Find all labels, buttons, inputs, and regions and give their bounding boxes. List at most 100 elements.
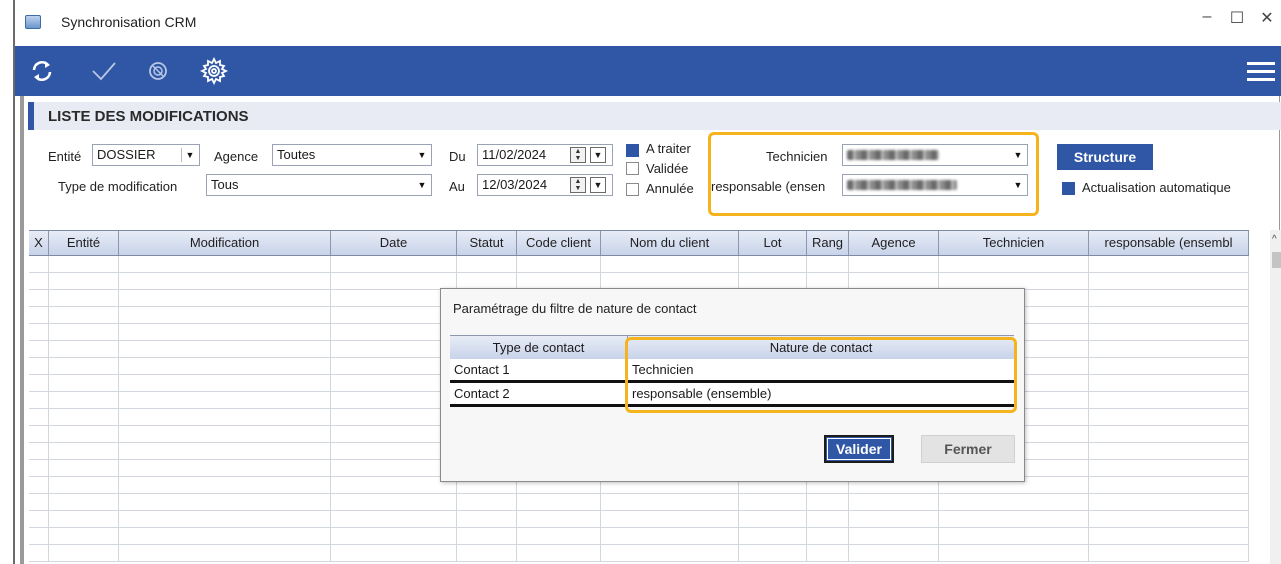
hamburger-menu-button[interactable]	[1245, 56, 1277, 86]
table-cell	[331, 511, 457, 528]
table-cell	[29, 409, 49, 426]
vertical-scrollbar[interactable]: ^	[1270, 230, 1281, 564]
minimize-button[interactable]: –	[1199, 8, 1215, 28]
table-cell	[939, 256, 1089, 273]
type-modif-select[interactable]: Tous ▼	[206, 174, 432, 196]
au-date-input[interactable]: 12/03/2024 ▲ ▼ ▼	[477, 174, 613, 196]
table-cell	[807, 511, 849, 528]
au-date-value: 12/03/2024	[482, 177, 548, 192]
entite-select[interactable]: DOSSIER ▼	[92, 144, 200, 166]
agence-select[interactable]: Toutes ▼	[272, 144, 432, 166]
grid-column-header[interactable]: Agence	[849, 231, 939, 255]
table-cell	[849, 511, 939, 528]
table-cell	[29, 494, 49, 511]
auto-refresh-label: Actualisation automatique	[1082, 180, 1231, 195]
table-cell	[1089, 290, 1249, 307]
table-cell	[119, 273, 331, 290]
entite-label: Entité	[48, 149, 82, 164]
table-cell	[49, 409, 119, 426]
table-cell	[939, 511, 1089, 528]
table-cell	[29, 443, 49, 460]
table-cell	[1089, 375, 1249, 392]
table-row[interactable]	[29, 511, 1249, 528]
au-label: Au	[449, 179, 465, 194]
a-traiter-checkbox[interactable]	[626, 144, 639, 157]
table-cell	[29, 511, 49, 528]
table-row[interactable]	[29, 494, 1249, 511]
auto-refresh-checkbox[interactable]	[1062, 182, 1075, 195]
table-cell	[49, 273, 119, 290]
grid-column-header[interactable]: X	[29, 231, 49, 255]
table-cell	[29, 392, 49, 409]
annulee-checkbox[interactable]	[626, 183, 639, 196]
grid-column-header[interactable]: Technicien	[939, 231, 1089, 255]
calendar-dropdown-icon[interactable]: ▼	[590, 147, 606, 163]
table-cell	[331, 392, 457, 409]
grid-column-header[interactable]: Nom du client	[601, 231, 739, 255]
window-title: Synchronisation CRM	[61, 14, 197, 30]
section-header: LISTE DES MODIFICATIONS	[28, 102, 1281, 130]
date-spin-icon[interactable]: ▲ ▼	[570, 177, 586, 193]
grid-column-header[interactable]: Date	[331, 231, 457, 255]
grid-column-header[interactable]: Rang	[807, 231, 849, 255]
settings-button[interactable]	[197, 54, 231, 88]
table-cell	[49, 494, 119, 511]
cancel-button[interactable]	[141, 54, 175, 88]
table-cell	[119, 460, 331, 477]
structure-button[interactable]: Structure	[1057, 144, 1153, 170]
redacted-technicien-value	[847, 150, 939, 160]
table-cell	[119, 528, 331, 545]
grid-column-header[interactable]: Code client	[517, 231, 601, 255]
grid-column-header[interactable]: Statut	[457, 231, 517, 255]
table-cell	[1089, 324, 1249, 341]
table-row[interactable]	[29, 256, 1249, 273]
fermer-button[interactable]: Fermer	[921, 435, 1015, 463]
calendar-dropdown-icon[interactable]: ▼	[590, 177, 606, 193]
table-cell	[739, 494, 807, 511]
table-cell	[29, 460, 49, 477]
section-title: LISTE DES MODIFICATIONS	[48, 108, 249, 125]
chevron-down-icon: ▼	[417, 150, 427, 160]
table-cell	[1089, 307, 1249, 324]
table-cell	[807, 545, 849, 562]
responsable-select[interactable]: ▼	[842, 174, 1028, 196]
table-cell	[1089, 460, 1249, 477]
scroll-up-icon[interactable]: ^	[1272, 234, 1277, 245]
table-cell	[331, 460, 457, 477]
chevron-down-icon: ▼	[185, 150, 195, 160]
close-button[interactable]: ✕	[1259, 8, 1275, 28]
grid-column-header[interactable]: Entité	[49, 231, 119, 255]
table-cell	[601, 494, 739, 511]
table-cell	[1089, 426, 1249, 443]
table-cell	[119, 324, 331, 341]
valider-button[interactable]: Valider	[824, 435, 894, 463]
table-cell	[939, 494, 1089, 511]
grid-column-header[interactable]: responsable (ensembl	[1089, 231, 1249, 255]
technicien-select[interactable]: ▼	[842, 144, 1028, 166]
table-cell	[601, 256, 739, 273]
table-cell	[739, 528, 807, 545]
grid-column-header[interactable]: Modification	[119, 231, 331, 255]
divider	[181, 148, 182, 162]
maximize-button[interactable]: ☐	[1229, 8, 1245, 28]
du-date-input[interactable]: 11/02/2024 ▲ ▼ ▼	[477, 144, 613, 166]
table-cell	[1089, 494, 1249, 511]
grid-column-header[interactable]: Lot	[739, 231, 807, 255]
refresh-button[interactable]	[25, 54, 59, 88]
table-cell	[457, 494, 517, 511]
date-spin-icon[interactable]: ▲ ▼	[570, 147, 586, 163]
table-cell	[517, 528, 601, 545]
table-cell	[119, 477, 331, 494]
table-cell	[457, 511, 517, 528]
validee-checkbox[interactable]	[626, 162, 639, 175]
validate-button[interactable]	[87, 54, 121, 88]
redacted-responsable-value	[847, 180, 957, 190]
table-cell	[119, 511, 331, 528]
table-row[interactable]	[29, 528, 1249, 545]
annulee-label: Annulée	[646, 181, 694, 196]
table-row[interactable]	[29, 545, 1249, 562]
scroll-thumb[interactable]	[1272, 252, 1281, 268]
agence-label: Agence	[214, 149, 259, 164]
agence-value: Toutes	[277, 147, 316, 162]
table-cell	[119, 426, 331, 443]
